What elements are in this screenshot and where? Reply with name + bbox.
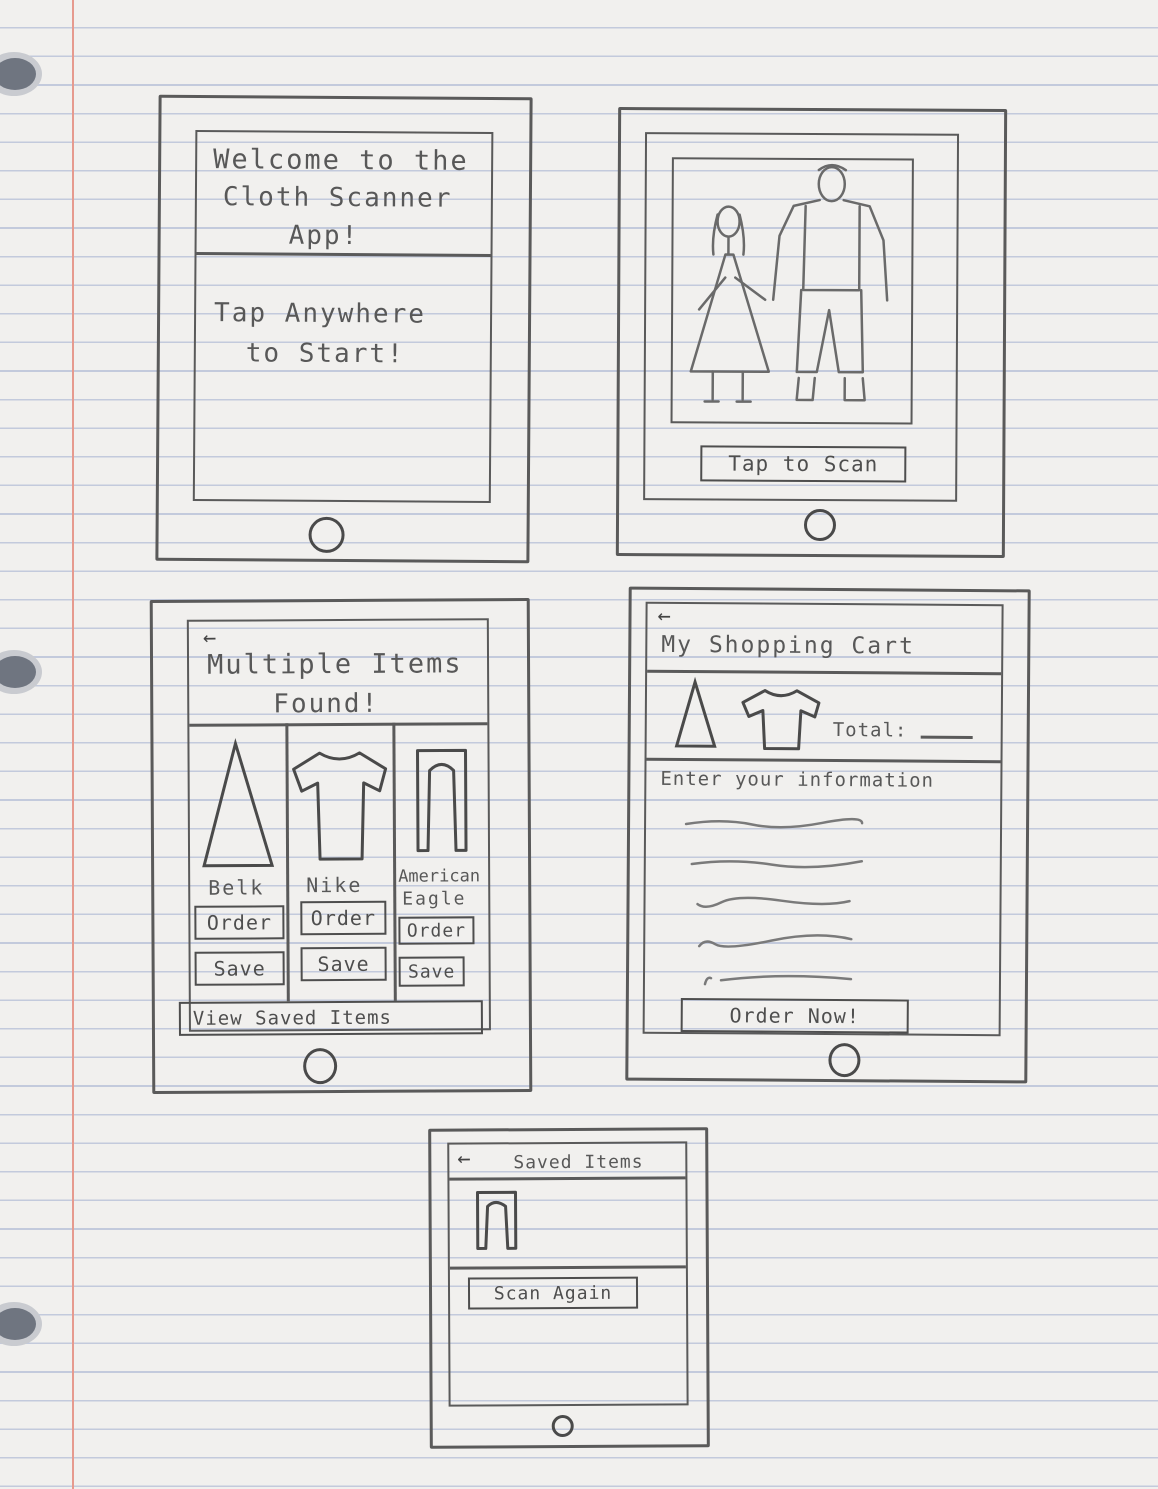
divider [647, 669, 1002, 675]
save-button-belk[interactable]: Save [194, 951, 285, 986]
tablet-shopping-cart: ← My Shopping Cart Total: Enter your inf… [625, 586, 1031, 1084]
pants-icon [416, 748, 468, 853]
divider [449, 1265, 686, 1270]
scan-screen: Tap to Scan [643, 132, 960, 502]
shopping-cart-screen: ← My Shopping Cart Total: Enter your inf… [642, 601, 1004, 1037]
shirt-icon [741, 689, 821, 751]
item-brand-american-eagle-line-2: Eagle [402, 888, 467, 910]
cart-title: My Shopping Cart [661, 631, 915, 660]
divider [646, 757, 1001, 763]
item-brand-nike: Nike [306, 872, 363, 898]
scan-again-button[interactable]: Scan Again [467, 1276, 639, 1310]
tablet-welcome: Welcome to the Cloth Scanner App! Tap An… [155, 94, 533, 564]
multiple-items-title-line-2: Found! [273, 688, 380, 720]
binder-hole [0, 650, 42, 694]
order-button-belk[interactable]: Order [194, 905, 285, 940]
pants-icon[interactable] [473, 1188, 519, 1252]
back-arrow-icon[interactable]: ← [657, 604, 670, 629]
dress-icon [202, 737, 275, 868]
back-arrow-icon[interactable]: ← [457, 1147, 470, 1172]
order-button-nike[interactable]: Order [300, 900, 387, 936]
saved-items-title: Saved Items [513, 1151, 644, 1174]
order-button-american-eagle[interactable]: Order [398, 916, 475, 945]
divider [196, 251, 491, 257]
home-button[interactable] [828, 1043, 861, 1078]
camera-viewfinder [670, 157, 914, 425]
enter-information-label: Enter your information [660, 767, 935, 792]
binder-hole [0, 1302, 42, 1346]
home-button[interactable] [303, 1048, 338, 1085]
save-button-american-eagle[interactable]: Save [398, 956, 465, 987]
welcome-title-line-3: App! [288, 220, 360, 252]
tap-to-scan-button[interactable]: Tap to Scan [700, 445, 907, 483]
saved-items-screen: ← Saved Items Scan Again [447, 1141, 689, 1407]
divider [189, 722, 488, 727]
welcome-title-line-1: Welcome to the [213, 144, 469, 177]
tablet-saved-items: ← Saved Items Scan Again [428, 1127, 710, 1449]
back-arrow-icon[interactable]: ← [203, 626, 216, 651]
divider [449, 1176, 686, 1181]
save-button-nike[interactable]: Save [300, 946, 387, 982]
shirt-icon [292, 751, 388, 861]
dress-icon [674, 676, 717, 748]
order-now-button[interactable]: Order Now! [680, 997, 909, 1034]
camera-preview-people [689, 163, 889, 403]
column-divider [392, 722, 397, 1001]
item-brand-belk: Belk [208, 875, 265, 900]
home-button[interactable] [551, 1414, 574, 1438]
item-brand-american-eagle-line-1: American [398, 866, 481, 887]
multiple-items-screen: ← Multiple Items Found! Belk Order Save … [178, 618, 491, 1036]
view-saved-items-button[interactable]: View Saved Items [178, 1000, 483, 1036]
tablet-multiple-items: ← Multiple Items Found! Belk Order Save … [149, 598, 533, 1094]
tablet-scan: Tap to Scan [615, 106, 1008, 559]
total-value-blank [920, 735, 973, 739]
notebook-margin-line [72, 0, 74, 1489]
home-button[interactable] [308, 516, 345, 554]
tap-prompt-line-1: Tap Anywhere [214, 298, 427, 330]
home-button[interactable] [803, 508, 837, 542]
welcome-title-line-2: Cloth Scanner [222, 182, 453, 214]
tap-prompt-line-2: to Start! [245, 338, 405, 370]
information-form-fields[interactable] [681, 800, 902, 992]
multiple-items-title-line-1: Multiple Items [206, 648, 463, 681]
binder-hole [0, 52, 42, 96]
welcome-screen[interactable]: Welcome to the Cloth Scanner App! Tap An… [192, 129, 494, 504]
total-label: Total: [832, 719, 908, 742]
